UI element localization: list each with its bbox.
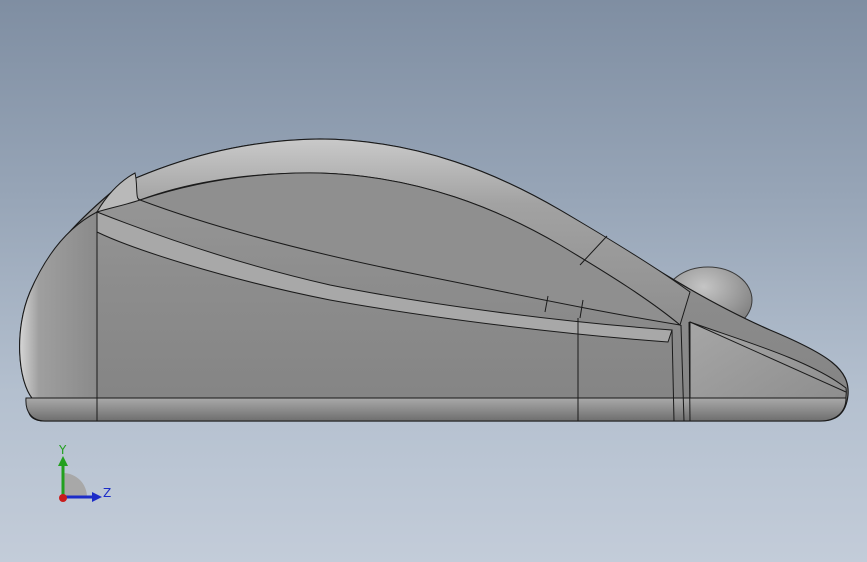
z-axis-label: Z: [103, 486, 111, 500]
3d-viewport[interactable]: Y Z: [0, 0, 867, 562]
y-axis-arrow: [58, 456, 68, 466]
triad-quarter-disc: [63, 473, 87, 497]
y-axis-label: Y: [58, 443, 67, 457]
axis-triad: Y Z: [58, 443, 111, 502]
rear-face: [19, 211, 98, 422]
x-axis-dot: [59, 494, 67, 502]
z-axis-arrow: [92, 492, 102, 502]
model-view[interactable]: [0, 0, 867, 562]
base-band: [25, 397, 847, 422]
